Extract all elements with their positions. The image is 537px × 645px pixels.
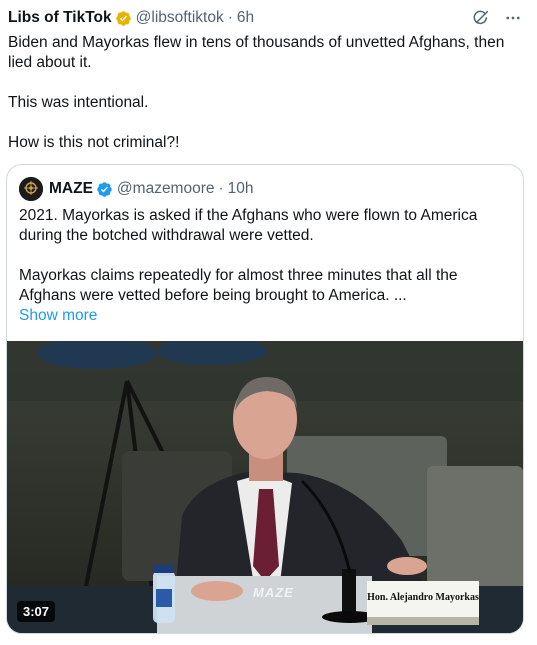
more-icon[interactable] xyxy=(503,8,523,28)
separator-dot: · xyxy=(218,180,224,197)
author-handle[interactable]: @libsoftiktok xyxy=(136,9,224,27)
video-duration: 3:07 xyxy=(17,601,56,622)
avatar[interactable] xyxy=(19,177,43,201)
verified-blue-badge-icon xyxy=(97,181,112,197)
quoted-tweet-header: MAZE @mazemoore · 10h xyxy=(19,177,254,201)
tweet-text: Biden and Mayorkas flew in tens of thous… xyxy=(8,33,518,153)
quoted-tweet[interactable]: MAZE @mazemoore · 10h 2021. Mayorkas is … xyxy=(6,164,524,634)
quoted-author-handle[interactable]: @mazemoore xyxy=(117,180,215,198)
verified-gold-badge-icon xyxy=(115,10,131,26)
author-name[interactable]: Libs of TikTok xyxy=(8,9,112,27)
tweet-line: Biden and Mayorkas flew in tens of thous… xyxy=(8,34,505,71)
post-time[interactable]: 6h xyxy=(237,9,254,27)
video-player[interactable]: Hon. Alejandro Mayorkas MAZE 3:07 xyxy=(7,341,523,633)
header-actions xyxy=(471,8,523,28)
tweet-line: This was intentional. xyxy=(8,94,149,111)
video-watermark: MAZE xyxy=(253,585,294,600)
quoted-author-name[interactable]: MAZE xyxy=(49,180,93,198)
separator-dot: · xyxy=(227,9,233,26)
show-more-link[interactable]: Show more xyxy=(19,307,97,324)
tweet-header: Libs of TikTok @libsoftiktok · 6h xyxy=(8,6,254,30)
tweet-line: How is this not criminal?! xyxy=(8,134,180,151)
quoted-tweet-text: 2021. Mayorkas is asked if the Afghans w… xyxy=(19,206,511,326)
nameplate: Hon. Alejandro Mayorkas xyxy=(367,592,479,603)
grok-icon[interactable] xyxy=(471,8,491,28)
quoted-post-time[interactable]: 10h xyxy=(228,180,254,198)
quoted-paragraph: Mayorkas claims repeatedly for almost th… xyxy=(19,267,458,304)
quoted-paragraph: 2021. Mayorkas is asked if the Afghans w… xyxy=(19,207,478,244)
tweet: Libs of TikTok @libsoftiktok · 6h Biden … xyxy=(0,0,537,645)
